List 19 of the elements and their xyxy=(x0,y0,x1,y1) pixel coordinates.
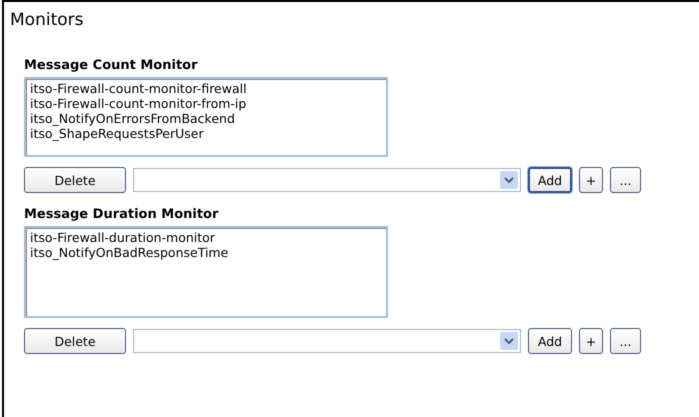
add-button[interactable]: Add xyxy=(528,167,572,193)
more-button[interactable]: ... xyxy=(610,167,641,193)
list-option[interactable]: itso_NotifyOnBadResponseTime xyxy=(30,245,382,260)
section-heading: Message Count Monitor xyxy=(24,58,199,73)
delete-button[interactable]: Delete xyxy=(24,167,126,193)
list-option[interactable]: itso-Firewall-count-monitor-firewall xyxy=(30,81,382,96)
page-title: Monitors xyxy=(10,10,84,30)
list-option[interactable]: itso_NotifyOnErrorsFromBackend xyxy=(30,111,382,126)
add-button[interactable]: Add xyxy=(528,328,572,354)
list-option[interactable]: itso-Firewall-duration-monitor xyxy=(30,230,382,245)
section-heading: Message Duration Monitor xyxy=(24,207,220,222)
plus-button[interactable]: + xyxy=(579,328,603,354)
list-option[interactable]: itso_ShapeRequestsPerUser xyxy=(30,126,382,141)
plus-button[interactable]: + xyxy=(579,167,603,193)
more-button[interactable]: ... xyxy=(610,328,641,354)
list-option[interactable]: itso-Firewall-count-monitor-from-ip xyxy=(30,96,382,111)
monitor-listbox[interactable]: itso-Firewall-count-monitor-firewall itso-Firewall-count-monitor-from-ip itso_NotifyOnErrorsFromBackend itso_ShapeRequestsPerUser xyxy=(24,77,388,157)
delete-button[interactable]: Delete xyxy=(24,328,126,354)
monitor-listbox[interactable]: itso-Firewall-duration-monitor itso_NotifyOnBadResponseTime xyxy=(24,226,388,318)
